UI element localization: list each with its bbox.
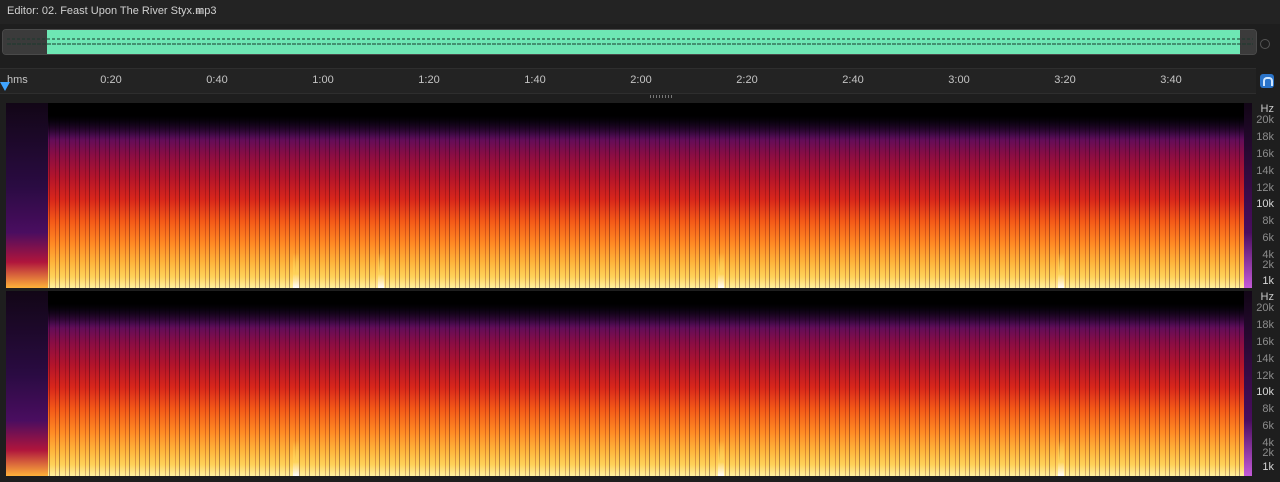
playhead-marker-icon[interactable] bbox=[0, 82, 10, 91]
spectrogram-intro-region bbox=[6, 103, 48, 288]
frequency-label: 12k bbox=[1256, 370, 1274, 382]
frequency-label: 6k bbox=[1262, 232, 1274, 244]
ruler-tick: 3:40 bbox=[1160, 74, 1182, 86]
spectrogram-transient bbox=[718, 253, 724, 288]
spectrogram-transient bbox=[1058, 253, 1064, 288]
spectrogram-transient bbox=[293, 253, 299, 288]
frequency-label: 12k bbox=[1256, 182, 1274, 194]
ruler-tick: 2:00 bbox=[630, 74, 652, 86]
spectrogram-channel-1[interactable] bbox=[6, 103, 1252, 288]
spectrogram-outro-region bbox=[1244, 103, 1252, 288]
frequency-label: 6k bbox=[1262, 420, 1274, 432]
frequency-label: 10k bbox=[1256, 386, 1274, 398]
frequency-label: 2k bbox=[1262, 259, 1274, 271]
spectrogram-top-fade bbox=[6, 103, 1252, 288]
frequency-label: 18k bbox=[1256, 131, 1274, 143]
spectrogram-channel-2[interactable] bbox=[6, 291, 1252, 476]
frequency-label: 10k bbox=[1256, 198, 1274, 210]
spectrogram-top-fade bbox=[6, 291, 1252, 476]
time-ruler[interactable]: hms 0:20 0:40 1:00 1:20 1:40 2:00 2:20 2… bbox=[0, 68, 1256, 94]
ruler-tick: 1:20 bbox=[418, 74, 440, 86]
overview-waveform[interactable] bbox=[2, 29, 1257, 55]
frequency-label: 8k bbox=[1262, 403, 1274, 415]
frequency-label: 8k bbox=[1262, 215, 1274, 227]
time-unit-label: hms bbox=[7, 74, 28, 86]
ruler-tick: 3:20 bbox=[1054, 74, 1076, 86]
ruler-tick: 3:00 bbox=[948, 74, 970, 86]
editor-title-bar: Editor: 02. Feast Upon The River Styx.mp… bbox=[0, 0, 1280, 24]
spectrogram-transient bbox=[378, 253, 384, 288]
spectrogram-intro-region bbox=[6, 291, 48, 476]
frequency-scale-channel-1: Hz 20k 18k 16k 14k 12k 10k 8k 6k 4k 2k 1… bbox=[1252, 103, 1280, 288]
spectrogram-transient bbox=[293, 441, 299, 476]
ruler-tick: 0:20 bbox=[100, 74, 122, 86]
frequency-label: 20k bbox=[1256, 114, 1274, 126]
spectrogram-transient bbox=[718, 441, 724, 476]
frequency-label: 14k bbox=[1256, 165, 1274, 177]
ruler-tick: 1:40 bbox=[524, 74, 546, 86]
frequency-label: 16k bbox=[1256, 148, 1274, 160]
frequency-label: 1k bbox=[1262, 461, 1274, 473]
overview-zoom-handle-icon[interactable] bbox=[1260, 39, 1270, 49]
hamburger-menu-icon[interactable]: ≡ bbox=[196, 4, 203, 18]
frequency-label: 18k bbox=[1256, 319, 1274, 331]
frequency-label: 20k bbox=[1256, 302, 1274, 314]
frequency-scale-channel-2: Hz 20k 18k 16k 14k 12k 10k 8k 6k 4k 2k 1… bbox=[1252, 291, 1280, 476]
ruler-tick: 2:40 bbox=[842, 74, 864, 86]
spectrogram-outro-region bbox=[1244, 291, 1252, 476]
editor-title: Editor: 02. Feast Upon The River Styx.mp… bbox=[7, 5, 217, 17]
frequency-label: 1k bbox=[1262, 275, 1274, 287]
frequency-label: 2k bbox=[1262, 447, 1274, 459]
ruler-tick: 0:40 bbox=[206, 74, 228, 86]
snap-toggle-icon[interactable] bbox=[1260, 74, 1274, 88]
frequency-label: 14k bbox=[1256, 353, 1274, 365]
frequency-label: 16k bbox=[1256, 336, 1274, 348]
overview-waveform-lines bbox=[7, 38, 1253, 45]
ruler-tick: 1:00 bbox=[312, 74, 334, 86]
ruler-tick: 2:20 bbox=[736, 74, 758, 86]
panel-resize-handle[interactable] bbox=[650, 95, 674, 98]
spectrogram-transient bbox=[1058, 441, 1064, 476]
